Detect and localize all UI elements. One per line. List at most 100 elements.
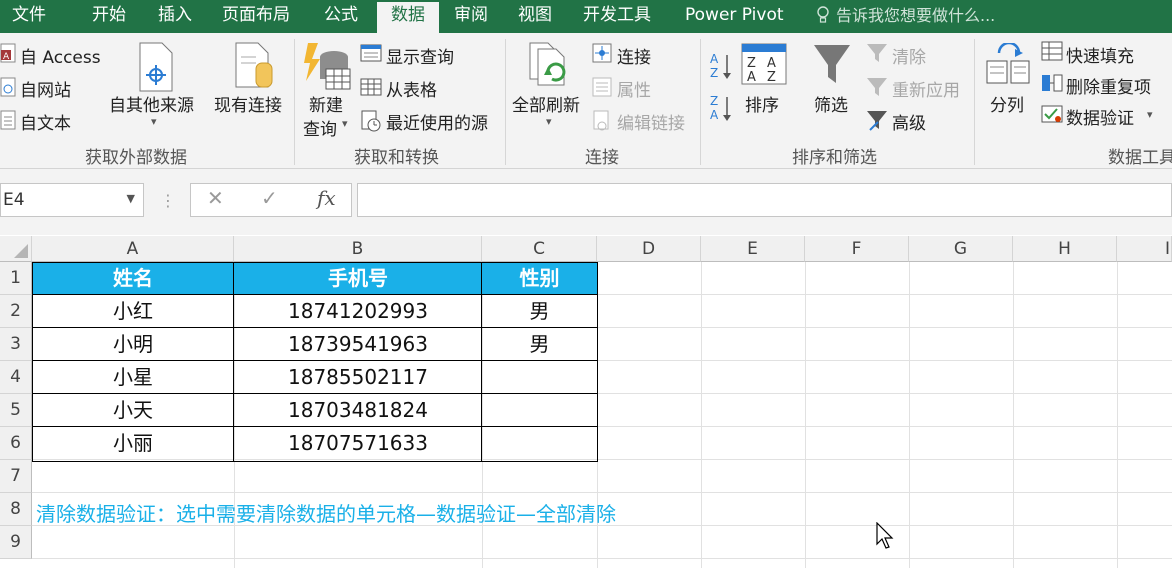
show-queries-button[interactable]: 显示查询 [386, 43, 454, 68]
table-cell[interactable]: 18739541963 [234, 328, 482, 361]
column-header-h[interactable]: H [1013, 236, 1117, 262]
properties-button[interactable]: 属性 [617, 76, 651, 101]
reapply-button[interactable]: 重新应用 [892, 76, 960, 101]
tab-insert[interactable]: 插入 [158, 0, 192, 33]
cancel-icon[interactable]: ✕ [207, 186, 224, 210]
table-border [32, 360, 598, 361]
chevron-down-icon[interactable]: ▾ [151, 115, 157, 128]
refresh-all-button[interactable]: 全部刷新 [512, 91, 580, 116]
column-header-g[interactable]: G [909, 236, 1013, 262]
new-query-button[interactable]: 查询 [303, 115, 337, 140]
table-cell[interactable] [482, 394, 597, 427]
column-header-a[interactable]: A [32, 236, 234, 262]
table-cell[interactable]: 18785502117 [234, 361, 482, 394]
row-header-9[interactable]: 9 [0, 526, 32, 559]
chevron-down-icon[interactable]: ▾ [1147, 108, 1153, 121]
tab-review[interactable]: 审阅 [454, 0, 488, 33]
chevron-down-icon[interactable]: ▼ [127, 192, 135, 205]
from-table-button[interactable]: 从表格 [386, 76, 437, 101]
group-label-get-transform: 获取和转换 [354, 148, 439, 168]
connections-icon [592, 43, 612, 67]
select-all-corner[interactable] [0, 236, 32, 262]
new-query-label[interactable]: 新建 [309, 91, 343, 116]
table-cell[interactable] [482, 361, 597, 394]
row-header-6[interactable]: 6 [0, 427, 32, 460]
table-cell[interactable]: 小丽 [32, 427, 234, 460]
connections-button[interactable]: 连接 [617, 43, 651, 68]
sort-button[interactable]: 排序 [745, 91, 779, 116]
row-header-7[interactable]: 7 [0, 460, 32, 493]
advanced-button[interactable]: 高级 [892, 109, 926, 134]
table-border [233, 262, 234, 462]
data-validation-button[interactable]: 数据验证 [1066, 104, 1134, 129]
table-cell[interactable]: 男 [482, 295, 597, 328]
group-label-connections: 连接 [585, 148, 619, 168]
table-header-phone[interactable]: 手机号 [234, 262, 482, 295]
formula-input[interactable] [357, 183, 1172, 217]
tab-file[interactable]: 文件 [12, 0, 46, 33]
from-other-sources-button[interactable]: 自其他来源 [109, 91, 194, 116]
recent-sources-button[interactable]: 最近使用的源 [386, 109, 488, 134]
from-access-button[interactable]: 自 Access [20, 43, 101, 68]
table-cell[interactable]: 男 [482, 328, 597, 361]
column-header-i[interactable]: I [1117, 236, 1172, 262]
column-header-d[interactable]: D [597, 236, 701, 262]
row-header-8[interactable]: 8 [0, 493, 32, 526]
table-cell[interactable]: 小天 [32, 394, 234, 427]
table-cell[interactable]: 18741202993 [234, 295, 482, 328]
tab-developer[interactable]: 开发工具 [583, 0, 651, 33]
table-header-gender[interactable]: 性别 [482, 262, 597, 295]
gridline [805, 262, 806, 568]
row-header-4[interactable]: 4 [0, 361, 32, 394]
text-to-columns-button[interactable]: 分列 [990, 91, 1024, 116]
tab-data[interactable]: 数据 [377, 0, 439, 33]
row-header-3[interactable]: 3 [0, 328, 32, 361]
row-header-5[interactable]: 5 [0, 394, 32, 427]
table-border [32, 294, 598, 295]
group-separator [974, 39, 975, 165]
insert-function-icon[interactable]: fx [317, 186, 336, 210]
table-cell[interactable]: 小红 [32, 295, 234, 328]
chevron-down-icon[interactable]: ▾ [546, 115, 552, 128]
clear-button[interactable]: 清除 [892, 43, 926, 68]
tab-page-layout[interactable]: 页面布局 [222, 0, 290, 33]
table-header-name[interactable]: 姓名 [32, 262, 234, 295]
svg-text:A: A [747, 70, 756, 85]
table-cell[interactable]: 18707571633 [234, 427, 482, 460]
filter-button[interactable]: 筛选 [814, 91, 848, 116]
ribbon-panel: A 自 Access 自网站 自文本 自其他来源 ▾ 现有连接 获取外部数据 新… [0, 33, 1172, 169]
recent-sources-icon [360, 110, 382, 136]
sort-dialog-icon: ZAAZ [741, 43, 787, 89]
edit-links-button[interactable]: 编辑链接 [617, 109, 685, 134]
column-header-b[interactable]: B [234, 236, 482, 262]
tab-power-pivot[interactable]: Power Pivot [685, 0, 784, 33]
reapply-icon [866, 77, 888, 101]
svg-text:Z: Z [710, 66, 718, 80]
tab-view[interactable]: 视图 [518, 0, 552, 33]
tell-me-placeholder: 告诉我您想要做什么... [836, 6, 996, 25]
tab-formulas[interactable]: 公式 [324, 0, 358, 33]
name-box[interactable]: E4 ▼ [0, 183, 144, 217]
tell-me-box[interactable]: 告诉我您想要做什么... [816, 0, 995, 33]
chevron-down-icon[interactable]: ▾ [342, 117, 348, 130]
group-separator [700, 39, 701, 165]
column-header-e[interactable]: E [701, 236, 805, 262]
table-cell[interactable]: 18703481824 [234, 394, 482, 427]
enter-icon[interactable]: ✓ [261, 186, 278, 210]
from-text-button[interactable]: 自文本 [20, 109, 71, 134]
row-header-1[interactable]: 1 [0, 262, 32, 295]
remove-duplicates-button[interactable]: 删除重复项 [1066, 73, 1151, 98]
data-validation-icon [1041, 104, 1063, 128]
other-sources-icon [136, 41, 176, 97]
column-header-c[interactable]: C [482, 236, 597, 262]
table-cell[interactable] [482, 427, 597, 460]
existing-connections-button[interactable]: 现有连接 [214, 91, 282, 116]
table-cell[interactable]: 小星 [32, 361, 234, 394]
column-header-f[interactable]: F [805, 236, 909, 262]
existing-connections-icon [232, 41, 276, 95]
from-web-button[interactable]: 自网站 [20, 76, 71, 101]
row-header-2[interactable]: 2 [0, 295, 32, 328]
tab-home[interactable]: 开始 [92, 0, 126, 33]
flash-fill-button[interactable]: 快速填充 [1066, 42, 1134, 67]
table-cell[interactable]: 小明 [32, 328, 234, 361]
